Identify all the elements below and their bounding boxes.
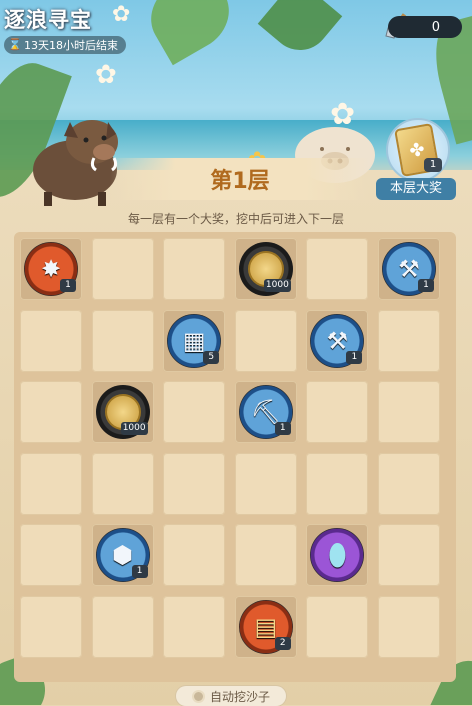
layer-banner: 第1层 [110, 158, 370, 200]
dig-cell[interactable] [378, 596, 440, 658]
radio-icon [191, 689, 205, 703]
dig-cell[interactable]: ▦ 5 [163, 309, 226, 372]
dig-cell[interactable] [163, 452, 226, 515]
dig-cell[interactable] [20, 309, 82, 372]
dig-cell[interactable]: ⚒ 1 [306, 309, 369, 372]
item-count: 1 [60, 279, 76, 292]
dig-cell[interactable] [234, 309, 297, 372]
dig-cell[interactable]: 1000 [91, 381, 154, 444]
crystal-card-icon: ▦ 5 [167, 313, 222, 368]
dig-cell[interactable]: 1000 [234, 238, 297, 300]
dig-cell[interactable]: ⚒ 1 [378, 238, 440, 300]
item-count: 1 [274, 422, 291, 436]
dig-cell[interactable] [20, 596, 82, 658]
event-timer: 13天18小时后结束 [4, 36, 126, 54]
auto-dig-label: 自动挖沙子 [209, 689, 270, 704]
dig-cell[interactable] [163, 596, 226, 658]
dig-cell[interactable] [306, 238, 369, 300]
dig-cell[interactable] [378, 381, 440, 444]
counter-value: 0 [431, 19, 440, 35]
hammer-icon: ⚒ 1 [310, 313, 365, 368]
dig-cell[interactable] [163, 238, 226, 300]
dig-cell[interactable] [378, 452, 440, 515]
item-glyph: ▤ [254, 613, 278, 641]
item-count: 1 [346, 350, 363, 364]
dig-cell[interactable] [378, 524, 440, 587]
layer-grand-prize[interactable]: ✤ 1 本层大奖 [372, 118, 460, 206]
dig-cell[interactable]: ⬮ [306, 524, 369, 587]
dig-cell[interactable] [234, 524, 297, 587]
dig-cell[interactable] [163, 524, 226, 587]
item-glyph: ⬢ [112, 541, 134, 570]
auto-dig-toggle[interactable]: 自动挖沙子 [176, 686, 286, 706]
timer-text: 13天18小时后结束 [24, 39, 118, 52]
dig-cell[interactable] [306, 596, 369, 658]
flower-decoration: ✿ [112, 2, 131, 27]
hourglass-icon [8, 38, 22, 52]
dig-cell[interactable]: ▤ 2 [234, 596, 297, 658]
item-count: 1000 [263, 279, 291, 292]
item-glyph: ✸ [40, 255, 62, 283]
item-count: 2 [274, 637, 291, 650]
gold-coin-icon: 1000 [238, 242, 293, 296]
dig-cell[interactable]: ⬢ 1 [91, 524, 154, 587]
item-count: 1 [418, 279, 434, 292]
dig-cell[interactable] [20, 381, 82, 444]
dig-cell[interactable] [378, 309, 440, 372]
prize-label: 本层大奖 [376, 178, 456, 200]
dig-cell[interactable]: ⛏ 1 [234, 381, 297, 444]
dig-cell[interactable] [163, 381, 226, 444]
pickaxe-icon: ⛏ 1 [238, 385, 293, 440]
layer-hint: 每一层有一个大奖，挖中后可进入下一层 [127, 212, 344, 226]
prize-count: 1 [424, 158, 442, 172]
item-count: 1000 [120, 422, 148, 436]
dig-cell[interactable] [20, 452, 82, 515]
item-glyph: ▦ [182, 326, 206, 355]
dig-cell[interactable] [91, 309, 154, 372]
dig-cell[interactable]: ✸ 1 [20, 238, 82, 300]
ore-icon: ⬢ 1 [95, 528, 150, 583]
dig-cell[interactable] [306, 381, 369, 444]
hammer-icon: ⚒ 1 [382, 242, 436, 296]
item-count: 1 [131, 565, 148, 579]
event-title: 逐浪寻宝 [4, 8, 92, 32]
dig-cell[interactable] [91, 238, 154, 300]
flower-decoration: ✿ [95, 60, 117, 90]
layer-label: 第1层 [210, 169, 270, 194]
egg-icon: ⬮ [310, 528, 365, 583]
ice-crystal-icon: ✸ 1 [24, 242, 78, 296]
gold-card-icon: ▤ 2 [238, 600, 293, 654]
dig-cell[interactable] [91, 452, 154, 515]
dig-cell[interactable] [91, 596, 154, 658]
dig-cell[interactable] [234, 452, 297, 515]
dig-board: ✸ 1 1000 ⚒ 1 ▦ 5 ⚒ 1 1000 ⛏ 1 ⬢ 1 ⬮ ▤ 2 [14, 232, 456, 682]
item-glyph: ⚒ [398, 255, 420, 283]
dig-cell[interactable] [20, 524, 82, 587]
item-count: 5 [203, 350, 220, 364]
gold-coin-icon: 1000 [95, 385, 150, 440]
dig-cell[interactable] [306, 452, 369, 515]
item-glyph: ⚒ [326, 326, 349, 355]
item-glyph: ⬮ [327, 537, 347, 573]
shovel-counter: 0 [388, 16, 462, 38]
